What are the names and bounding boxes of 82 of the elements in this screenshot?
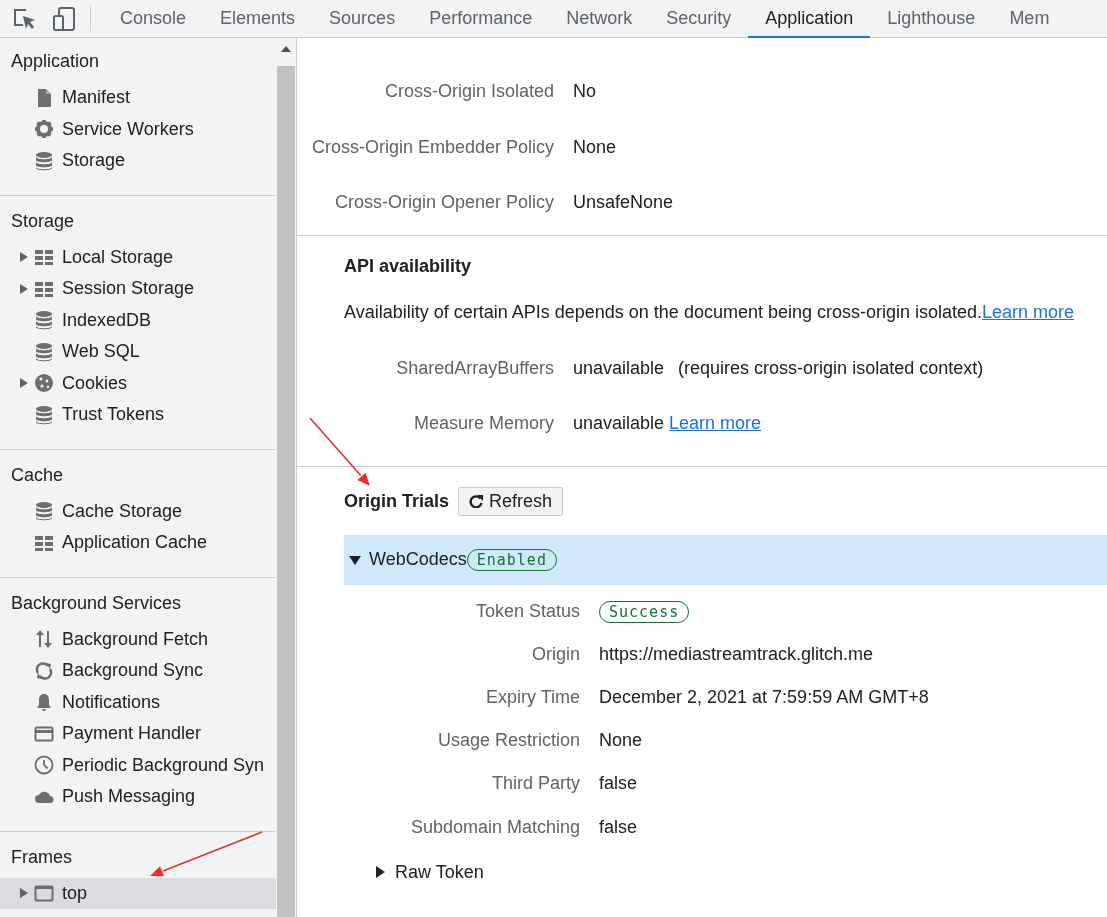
panel-tab[interactable]: Application bbox=[748, 0, 871, 38]
sidebar-item[interactable]: top bbox=[0, 877, 276, 909]
database-icon bbox=[34, 404, 54, 425]
annotation-arrow bbox=[309, 417, 370, 486]
sidebar-item[interactable]: Notifications bbox=[0, 686, 276, 718]
field-label: Cross-Origin Isolated bbox=[383, 81, 554, 103]
database-icon bbox=[34, 501, 54, 522]
sidebar-item[interactable]: Cookies bbox=[0, 367, 276, 399]
sidebar-item[interactable]: Manifest bbox=[0, 82, 276, 114]
field-value: unavailable bbox=[573, 357, 665, 378]
field-value: https://mediastreamtrack.glitch.me bbox=[599, 643, 874, 664]
clock-icon bbox=[34, 755, 54, 776]
field-value: No bbox=[573, 81, 597, 103]
panel-tab[interactable]: Sources bbox=[312, 0, 413, 38]
field-label: Subdomain Matching bbox=[409, 816, 580, 838]
table-icon bbox=[34, 247, 54, 268]
field-value: None bbox=[599, 730, 643, 751]
section-heading: Origin Trials bbox=[344, 490, 450, 512]
expand-triangle-icon[interactable] bbox=[349, 553, 361, 566]
field-value: December 2, 2021 at 7:59:59 AM GMT+8 bbox=[599, 686, 929, 707]
sidebar-item[interactable]: Web SQL bbox=[0, 336, 276, 368]
panel-tab[interactable]: Elements bbox=[203, 0, 313, 38]
sidebar-item[interactable]: Storage bbox=[0, 145, 276, 177]
sync-icon bbox=[34, 660, 54, 681]
bell-icon bbox=[34, 692, 54, 713]
database-icon bbox=[34, 341, 54, 362]
up-down-arrows-icon bbox=[34, 629, 54, 650]
panel-tab[interactable]: Security bbox=[649, 0, 749, 38]
field-label: Usage Restriction bbox=[436, 730, 580, 752]
settings-icon bbox=[34, 119, 54, 140]
cookie-icon bbox=[34, 373, 54, 394]
panel-tab[interactable]: Mem bbox=[992, 0, 1067, 38]
sidebar-heading: Cache bbox=[10, 463, 65, 487]
field-value: false bbox=[599, 816, 638, 837]
sidebar-item[interactable]: Background Fetch bbox=[0, 623, 276, 655]
field-label: Third Party bbox=[490, 773, 580, 795]
field-value: None bbox=[573, 136, 618, 158]
learn-more-link[interactable]: Learn more bbox=[669, 412, 762, 433]
sidebar-item[interactable]: Trust Tokens bbox=[0, 399, 276, 431]
sidebar-item[interactable]: Service Workers bbox=[0, 113, 276, 145]
sidebar-item[interactable]: Local Storage bbox=[0, 241, 276, 273]
frame-icon bbox=[34, 883, 54, 904]
sidebar-item[interactable]: Payment Handler bbox=[0, 718, 276, 750]
panel-tab[interactable]: Network bbox=[549, 0, 650, 38]
sidebar-heading: Storage bbox=[10, 209, 76, 233]
panel-tab[interactable]: Lighthouse bbox=[870, 0, 993, 38]
expand-triangle-icon[interactable] bbox=[374, 866, 386, 879]
sidebar-item[interactable]: Background Sync bbox=[0, 655, 276, 687]
panel-tab[interactable]: Performance bbox=[412, 0, 550, 38]
database-icon bbox=[34, 150, 54, 171]
device-toggle-icon[interactable] bbox=[52, 5, 76, 32]
field-value: UnsafeNone bbox=[573, 192, 675, 214]
sidebar-heading: Frames bbox=[10, 845, 73, 869]
sidebar-item[interactable]: Application Cache bbox=[0, 527, 276, 559]
field-label: Cross-Origin Opener Policy bbox=[333, 192, 554, 214]
scroll-up-icon[interactable] bbox=[281, 46, 291, 52]
trial-row[interactable]: WebCodecs Enabled bbox=[344, 534, 1107, 585]
panel-tab[interactable]: Console bbox=[103, 0, 204, 38]
sidebar-item[interactable]: Session Storage bbox=[0, 273, 276, 305]
sidebar-item[interactable]: Push Messaging bbox=[0, 781, 276, 813]
field-label: Token Status bbox=[474, 600, 580, 622]
field-value: false bbox=[599, 773, 638, 794]
trial-name: WebCodecs bbox=[369, 549, 467, 570]
refresh-button[interactable]: Refresh bbox=[458, 486, 564, 516]
field-label: Cross-Origin Embedder Policy bbox=[310, 136, 554, 158]
field-label: Measure Memory bbox=[412, 412, 554, 434]
sidebar-item[interactable]: Cache Storage bbox=[0, 495, 276, 527]
database-icon bbox=[34, 310, 54, 331]
field-label: Expiry Time bbox=[484, 686, 580, 708]
raw-token-label[interactable]: Raw Token bbox=[395, 861, 484, 883]
sidebar-heading: Background Services bbox=[10, 591, 183, 615]
learn-more-link[interactable]: Learn more bbox=[982, 301, 1075, 322]
sidebar-item[interactable]: Periodic Background Syn bbox=[0, 749, 276, 781]
field-label: SharedArrayBuffers bbox=[395, 357, 554, 379]
sidebar-item[interactable]: IndexedDB bbox=[0, 304, 276, 336]
field-label: Origin bbox=[531, 643, 580, 665]
sidebar-heading: Application bbox=[10, 50, 101, 73]
field-value: unavailable bbox=[573, 412, 666, 433]
field-note: (requires cross-origin isolated context) bbox=[678, 357, 984, 378]
refresh-icon bbox=[469, 494, 484, 508]
section-heading: API availability bbox=[344, 255, 473, 277]
description-text: Availability of certain APIs depends on the document being cross-origin isolated. bbox=[344, 301, 983, 322]
